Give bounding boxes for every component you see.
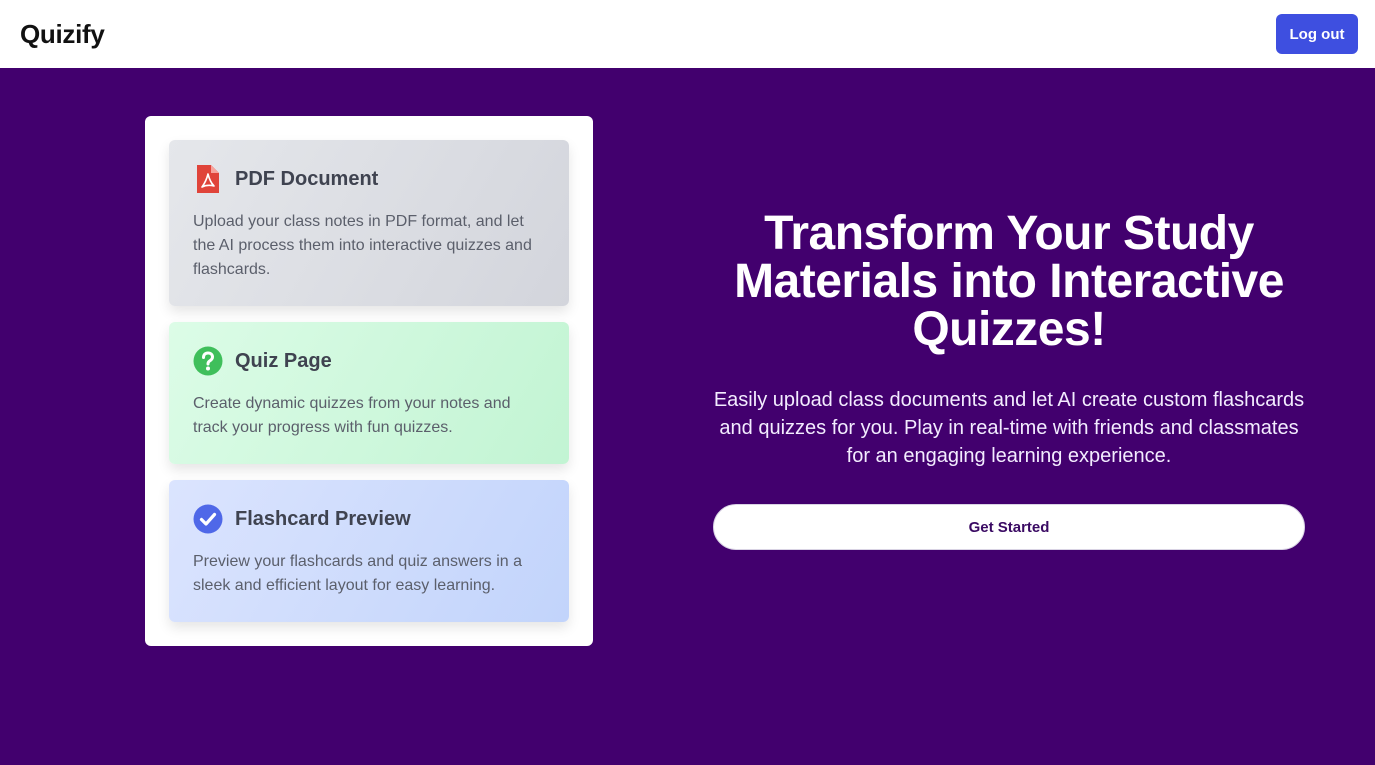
question-circle-icon	[193, 346, 223, 376]
pdf-file-icon	[193, 164, 223, 194]
hero-text-block: Transform Your Study Materials into Inte…	[700, 210, 1318, 470]
brand-logo[interactable]: Quizify	[20, 19, 105, 50]
check-circle-icon	[193, 504, 223, 534]
hero-subtitle: Easily upload class documents and let AI…	[713, 389, 1305, 467]
feature-card-pdf: PDF Document Upload your class notes in …	[169, 140, 569, 306]
feature-card-header: Flashcard Preview	[193, 502, 545, 536]
feature-card-header: Quiz Page	[193, 344, 545, 378]
feature-title: Quiz Page	[235, 349, 332, 372]
features-panel: PDF Document Upload your class notes in …	[145, 116, 593, 646]
get-started-button[interactable]: Get Started	[713, 504, 1305, 550]
hero-title: Transform Your Study Materials into Inte…	[734, 207, 1284, 356]
top-navbar: Quizify Log out	[0, 0, 1375, 68]
feature-card-header: PDF Document	[193, 162, 545, 196]
hero-section: PDF Document Upload your class notes in …	[0, 68, 1375, 765]
feature-title: Flashcard Preview	[235, 507, 411, 530]
feature-description: Preview your flashcards and quiz answers…	[193, 553, 523, 594]
feature-card-flashcard: Flashcard Preview Preview your flashcard…	[169, 480, 569, 622]
feature-description: Create dynamic quizzes from your notes a…	[193, 395, 511, 436]
feature-title: PDF Document	[235, 167, 379, 190]
feature-description: Upload your class notes in PDF format, a…	[193, 213, 532, 278]
feature-card-quiz: Quiz Page Create dynamic quizzes from yo…	[169, 322, 569, 464]
logout-button[interactable]: Log out	[1276, 14, 1358, 54]
